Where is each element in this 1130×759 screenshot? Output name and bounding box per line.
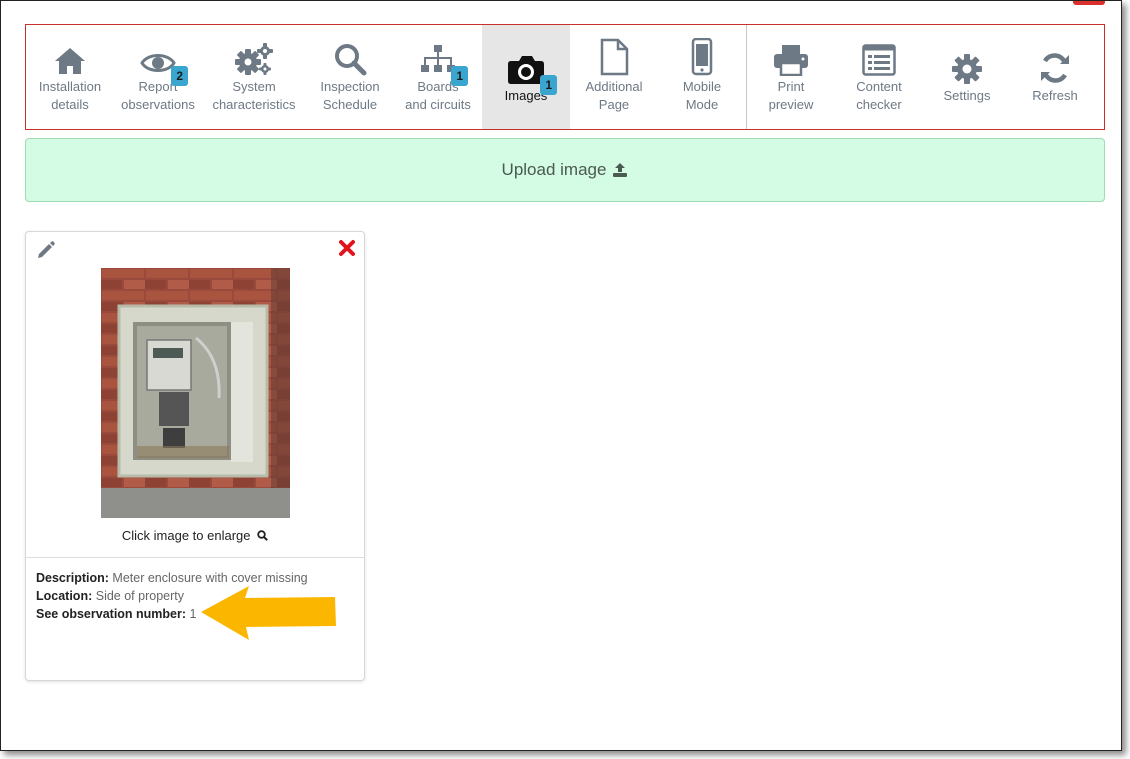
description-label: Description:: [36, 571, 109, 585]
tab-system-characteristics[interactable]: System characteristics: [202, 25, 306, 129]
tab-boards-and-circuits[interactable]: 1 Boards and circuits: [394, 25, 482, 129]
card-divider: [26, 557, 364, 558]
location-label: Location:: [36, 589, 93, 603]
sitemap-icon: 1: [420, 40, 468, 86]
upload-icon: [612, 162, 628, 178]
search-icon: [333, 40, 367, 76]
eye-icon: 2: [140, 40, 188, 86]
mobile-icon: [691, 38, 713, 76]
upload-label: Upload image: [501, 160, 607, 179]
home-icon: [53, 40, 87, 76]
gear-icon: [951, 49, 983, 85]
corner-tab[interactable]: [1073, 1, 1105, 5]
enlarge-link[interactable]: Click image to enlarge: [26, 528, 364, 544]
tab-installation-details[interactable]: Installation details: [26, 25, 114, 129]
cogs-icon: [234, 40, 274, 76]
observation-label: See observation number:: [36, 607, 187, 621]
pencil-icon[interactable]: [36, 240, 56, 265]
upload-image-button[interactable]: Upload image: [25, 138, 1105, 202]
file-icon: [599, 38, 629, 76]
tab-print-preview[interactable]: Print preview: [747, 25, 835, 129]
magnifier-icon: [257, 529, 269, 544]
tab-report-observations[interactable]: 2 Report observations: [114, 25, 202, 129]
enlarge-label: Click image to enlarge: [121, 528, 251, 543]
annotation-arrow: [199, 584, 339, 649]
description-value: Meter enclosure with cover missing: [112, 571, 308, 585]
boards-count-badge: 1: [451, 66, 468, 86]
app-window: Installation details 2 Report observatio…: [0, 0, 1122, 751]
location-value: Side of property: [95, 589, 184, 603]
tab-settings[interactable]: Settings: [923, 25, 1011, 129]
tab-inspection-schedule[interactable]: Inspection Schedule: [306, 25, 394, 129]
camera-icon: 1: [507, 49, 557, 95]
main-toolbar: Installation details 2 Report observatio…: [25, 24, 1105, 130]
refresh-icon: [1038, 49, 1072, 85]
observation-value: 1: [189, 607, 197, 621]
meter-enclosure-photo[interactable]: [101, 268, 290, 518]
tab-mobile-mode[interactable]: Mobile Mode: [658, 25, 746, 129]
tab-refresh[interactable]: Refresh: [1011, 25, 1099, 129]
print-icon: [773, 40, 809, 76]
list-alt-icon: [862, 40, 896, 76]
tab-images[interactable]: 1 Images: [482, 25, 570, 129]
delete-icon[interactable]: [338, 239, 356, 262]
tab-content-checker[interactable]: Content checker: [835, 25, 923, 129]
observations-count-badge: 2: [171, 66, 188, 86]
images-count-badge: 1: [540, 75, 557, 95]
tab-additional-page[interactable]: Additional Page: [570, 25, 658, 129]
